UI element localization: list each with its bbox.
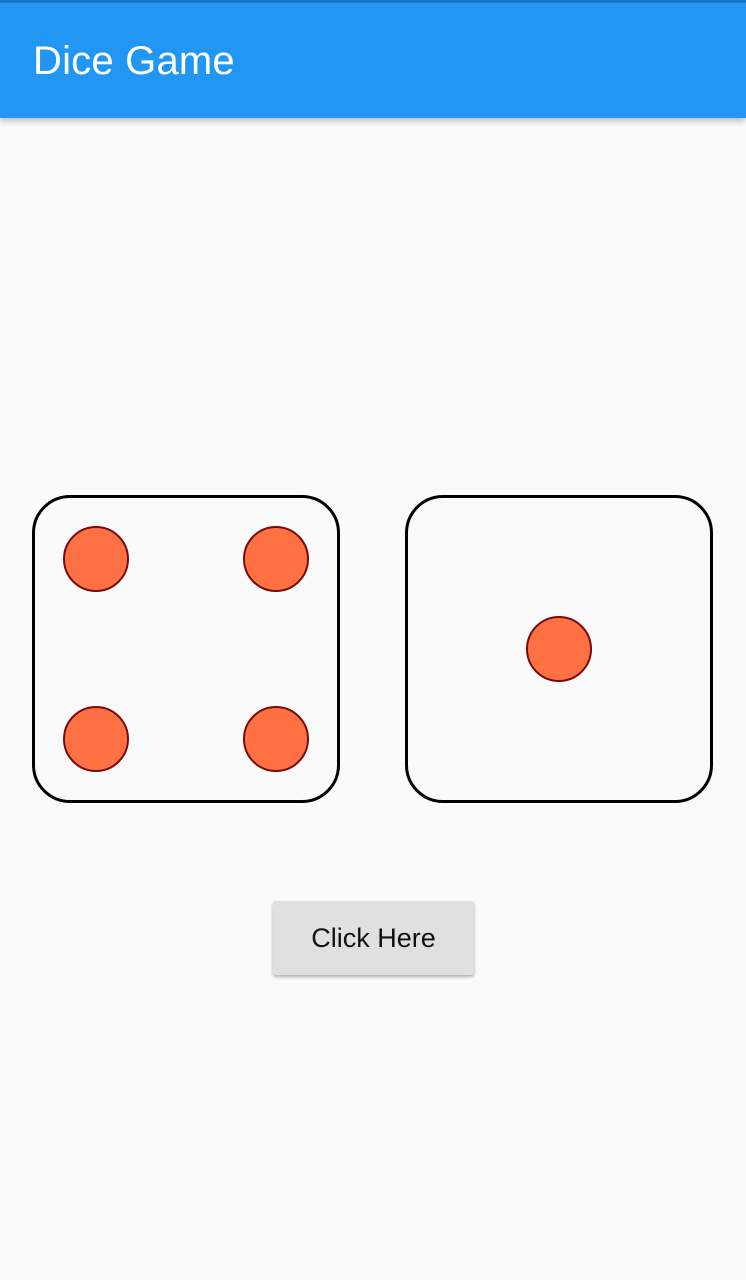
dice-area: [0, 0, 746, 1280]
right-die: [405, 495, 713, 803]
die-pip: [63, 526, 129, 592]
die-pip: [243, 526, 309, 592]
left-die: [32, 495, 340, 803]
die-pip: [243, 706, 309, 772]
die-pip: [63, 706, 129, 772]
roll-dice-button[interactable]: Click Here: [273, 901, 474, 975]
die-pip: [526, 616, 592, 682]
